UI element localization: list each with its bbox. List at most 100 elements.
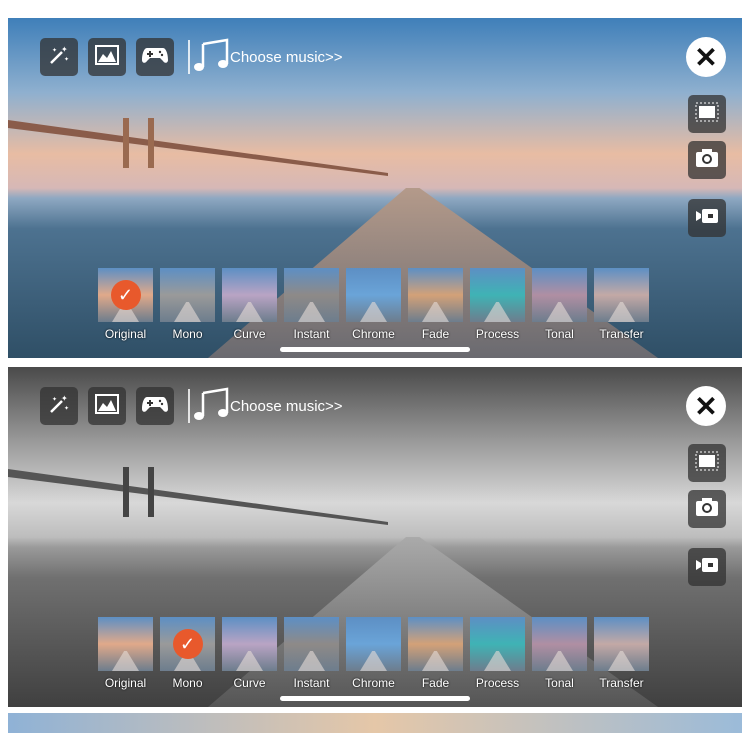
filter-mono[interactable]: ✓ Mono [160, 617, 215, 690]
magic-wand-icon: ✦ ✦ ✦ [48, 393, 70, 420]
svg-text:✦: ✦ [64, 56, 69, 63]
svg-text:✦: ✦ [61, 45, 68, 54]
crop-frame-button[interactable] [688, 95, 726, 133]
choose-music-label: Choose music>> [230, 397, 343, 415]
gamepad-button[interactable] [136, 387, 174, 425]
filter-scrollbar[interactable] [280, 696, 470, 701]
selected-check-icon: ✓ [110, 280, 141, 310]
filter-label: Mono [172, 327, 203, 341]
filter-label: Curve [233, 327, 266, 341]
close-icon: ✕ [694, 41, 718, 73]
filter-thumbnail [594, 617, 649, 671]
magic-wand-icon: ✦ ✦ ✦ [48, 44, 70, 71]
video-icon [695, 207, 719, 230]
filter-label: Original [104, 676, 147, 690]
video-button[interactable] [688, 199, 726, 237]
svg-text:✦: ✦ [52, 47, 57, 54]
selected-check-icon: ✓ [172, 629, 203, 659]
filter-transfer[interactable]: Transfer [594, 617, 649, 690]
svg-text:✦: ✦ [52, 396, 57, 403]
choose-music-label: Choose music>> [230, 48, 343, 66]
filter-process[interactable]: Process [470, 617, 525, 690]
svg-text:✦: ✦ [64, 405, 69, 412]
filter-transfer[interactable]: Transfer [594, 268, 649, 341]
next-preview-panel [8, 713, 742, 733]
filter-scrollbar[interactable] [280, 347, 470, 352]
filter-original[interactable]: ✓ Original [98, 268, 153, 341]
filter-label: Fade [421, 327, 450, 341]
camera-icon [695, 497, 719, 522]
filter-fade[interactable]: Fade [408, 268, 463, 341]
filter-thumbnail [470, 617, 525, 671]
camera-icon [695, 148, 719, 173]
filter-label: Process [475, 327, 520, 341]
camera-button[interactable] [688, 490, 726, 528]
filter-thumbnail [346, 268, 401, 322]
filter-label: Mono [172, 676, 203, 690]
close-button[interactable]: ✕ [686, 386, 726, 426]
filter-thumbnail [470, 268, 525, 322]
filter-thumbnail [408, 617, 463, 671]
filter-thumbnail: ✓ [160, 617, 215, 671]
filter-label: Instant [293, 676, 330, 690]
filter-label: Chrome [352, 327, 395, 341]
filter-label: Original [104, 327, 147, 341]
filter-label: Tonal [545, 327, 574, 341]
filter-chrome[interactable]: Chrome [346, 617, 401, 690]
image-icon [95, 44, 119, 70]
image-button[interactable] [88, 38, 126, 76]
crop-frame-button[interactable] [688, 444, 726, 482]
video-icon [695, 556, 719, 579]
editor-preview-panel: ✦ ✦ ✦ Choose music>> ✕ Original ✓ Mono Curve In… [8, 367, 742, 707]
editor-preview-panel: ✦ ✦ ✦ Choose music>> ✕ ✓ Original Mono Curve In… [8, 18, 742, 358]
image-button[interactable] [88, 387, 126, 425]
filter-thumbnail [532, 617, 587, 671]
filter-thumbnail [98, 617, 153, 671]
svg-text:✦: ✦ [61, 394, 68, 403]
choose-music-button[interactable]: Choose music>> [194, 38, 343, 76]
filter-thumbnail [222, 268, 277, 322]
filter-tonal[interactable]: Tonal [532, 268, 587, 341]
filter-mono[interactable]: Mono [160, 268, 215, 341]
filter-curve[interactable]: Curve [222, 268, 277, 341]
filter-strip: Original ✓ Mono Curve Instant Chrome Fade Proce… [98, 617, 649, 690]
crop-frame-icon [695, 451, 719, 476]
filter-instant[interactable]: Instant [284, 268, 339, 341]
filter-thumbnail [346, 617, 401, 671]
filter-process[interactable]: Process [470, 268, 525, 341]
filter-label: Transfer [599, 676, 644, 690]
filter-thumbnail [222, 617, 277, 671]
gamepad-icon [142, 46, 168, 69]
filter-thumbnail [160, 268, 215, 322]
filter-curve[interactable]: Curve [222, 617, 277, 690]
choose-music-button[interactable]: Choose music>> [194, 387, 343, 425]
filter-label: Instant [293, 327, 330, 341]
image-icon [95, 393, 119, 419]
music-note-icon [194, 38, 230, 76]
close-button[interactable]: ✕ [686, 37, 726, 77]
close-icon: ✕ [694, 390, 718, 422]
filter-thumbnail [284, 617, 339, 671]
filter-instant[interactable]: Instant [284, 617, 339, 690]
divider [188, 40, 190, 74]
magic-wand-button[interactable]: ✦ ✦ ✦ [40, 38, 78, 76]
camera-button[interactable] [688, 141, 726, 179]
video-button[interactable] [688, 548, 726, 586]
music-note-icon [194, 387, 230, 425]
filter-label: Tonal [545, 676, 574, 690]
filter-label: Fade [421, 676, 450, 690]
bridge-silhouette [8, 118, 388, 176]
filter-tonal[interactable]: Tonal [532, 617, 587, 690]
filter-chrome[interactable]: Chrome [346, 268, 401, 341]
filter-label: Curve [233, 676, 266, 690]
gamepad-button[interactable] [136, 38, 174, 76]
filter-fade[interactable]: Fade [408, 617, 463, 690]
crop-frame-icon [695, 102, 719, 127]
filter-thumbnail [594, 268, 649, 322]
magic-wand-button[interactable]: ✦ ✦ ✦ [40, 387, 78, 425]
filter-label: Transfer [599, 327, 644, 341]
bridge-silhouette [8, 467, 388, 525]
filter-thumbnail [284, 268, 339, 322]
filter-label: Chrome [352, 676, 395, 690]
filter-original[interactable]: Original [98, 617, 153, 690]
